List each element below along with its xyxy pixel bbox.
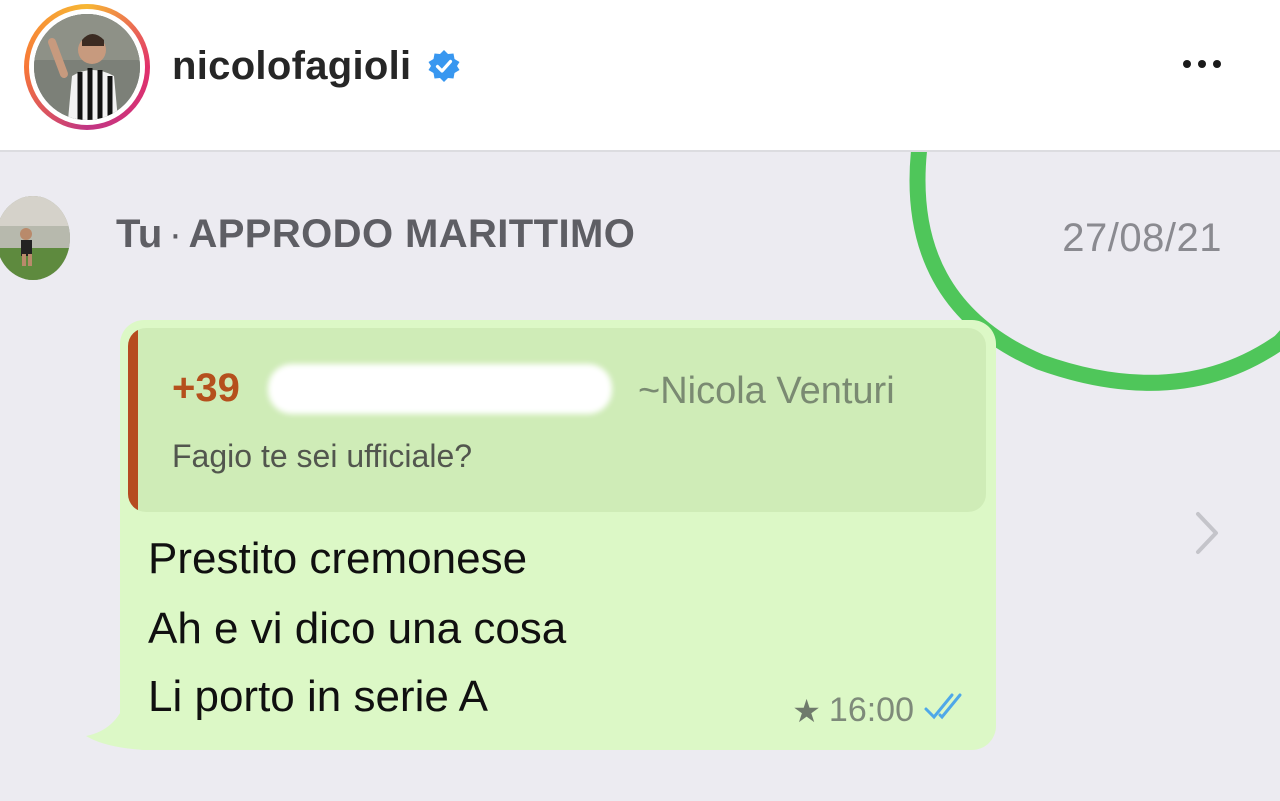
quoted-phone: +39 (172, 366, 240, 410)
username[interactable]: nicolofagioli (172, 44, 411, 89)
group-name: APPRODO MARITTIMO (188, 212, 636, 256)
star-icon: ★ (792, 692, 821, 729)
quoted-sender-name: ~Nicola Venturi (638, 370, 895, 412)
sender-label: Tu (116, 212, 163, 256)
double-check-icon (922, 691, 970, 730)
message-line: Li porto in serie A (148, 672, 488, 721)
message-meta: ★ 16:00 (792, 691, 970, 730)
whatsapp-screenshot: Tu · APPRODO MARITTIMO 27/08/21 +39 ~Nicol… (0, 152, 1280, 801)
message-time: 16:00 (828, 691, 914, 729)
redaction-mark (268, 364, 612, 414)
message-line: Prestito cremonese (148, 534, 528, 583)
sender-avatar (0, 196, 70, 280)
username-row: nicolofagioli (172, 40, 461, 92)
quoted-text: Fagio te sei ufficiale? (172, 438, 473, 474)
chevron-right-icon[interactable] (1190, 508, 1226, 558)
message-date: 27/08/21 (1062, 216, 1222, 260)
more-options-icon[interactable] (1174, 44, 1230, 84)
chat-meta: Tu · APPRODO MARITTIMO (116, 212, 635, 257)
meta-separator: · (168, 212, 183, 256)
avatar-image (34, 14, 140, 120)
post-header: nicolofagioli (0, 0, 1280, 152)
quote-accent-bar (128, 328, 138, 512)
profile-avatar[interactable] (24, 4, 150, 130)
verified-badge-icon (427, 49, 461, 83)
quoted-message[interactable]: +39 ~Nicola Venturi Fagio te sei ufficia… (128, 328, 986, 512)
message-bubble[interactable]: +39 ~Nicola Venturi Fagio te sei ufficia… (120, 320, 996, 750)
message-line: Ah e vi dico una cosa (148, 604, 567, 653)
